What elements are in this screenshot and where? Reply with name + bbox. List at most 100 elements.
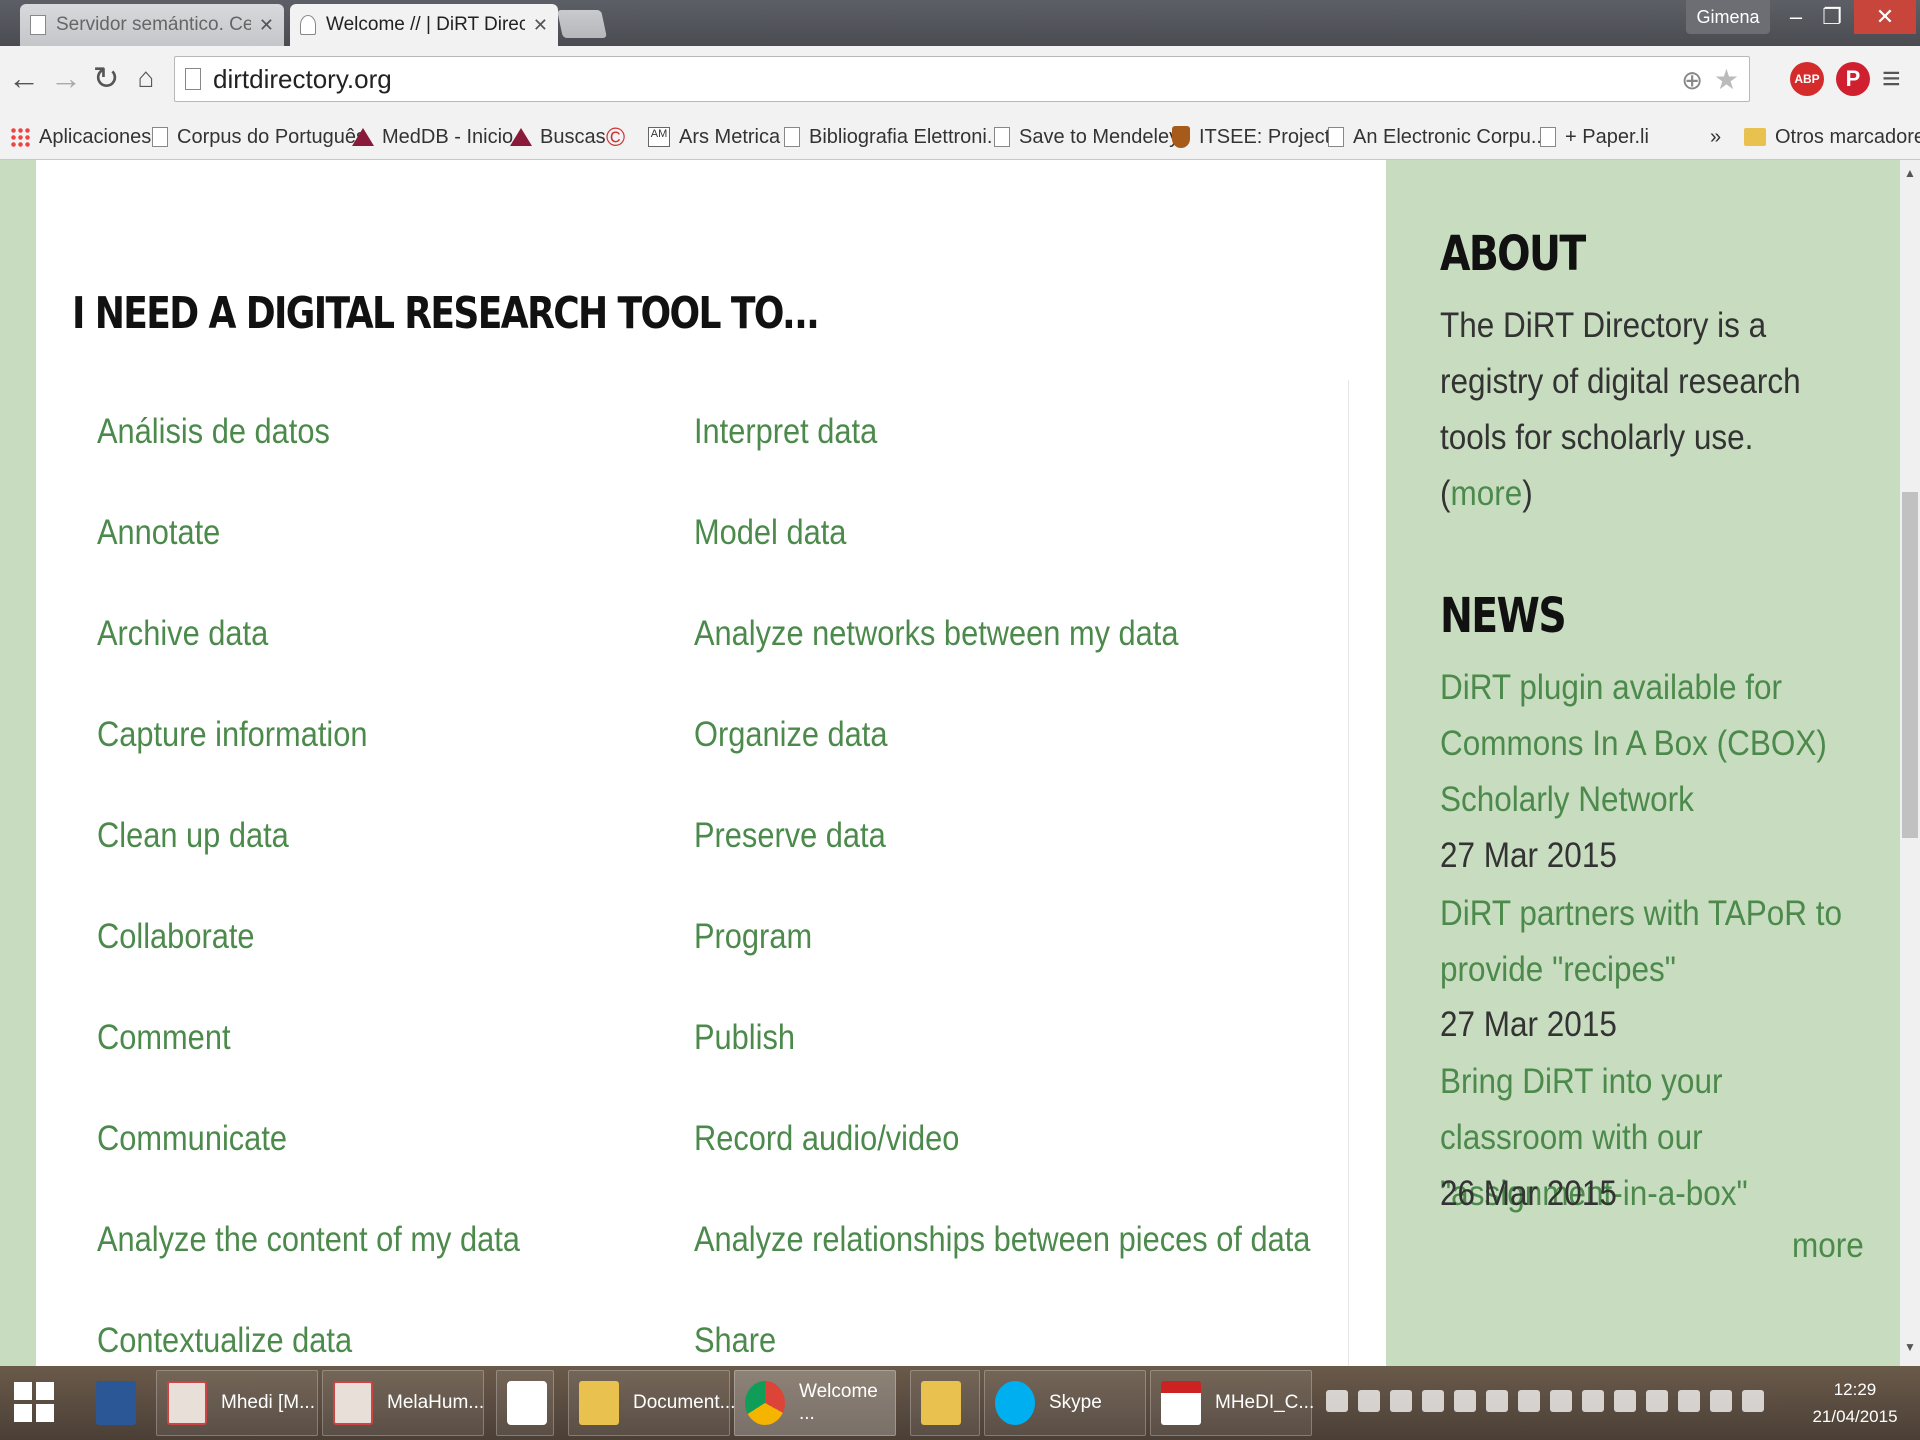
window-close-icon[interactable]: ✕ [1854,0,1916,34]
bookmarks-overflow-button[interactable]: » [1710,122,1721,152]
pdf-icon [1161,1381,1201,1425]
news-item-link[interactable]: DiRT partners with TAPoR to provide "rec… [1440,886,1863,998]
close-icon[interactable]: ✕ [533,15,548,36]
page-icon [30,15,46,35]
home-icon[interactable]: ⌂ [126,58,166,98]
close-icon[interactable]: ✕ [259,15,274,36]
flag-icon[interactable] [1614,1390,1636,1412]
clock-time: 12:29 [1833,1380,1877,1399]
taskbar-item[interactable]: Mhedi [M... [156,1370,318,1436]
word-taskbar-button[interactable] [86,1370,144,1436]
back-icon[interactable]: ← [4,58,44,98]
folder-icon [1744,128,1766,146]
tray-icon[interactable] [1326,1390,1348,1412]
tool-link[interactable]: Preserve data [694,816,886,856]
tool-link[interactable]: Comment [97,1018,231,1058]
chrome-tray-icon[interactable] [1582,1390,1604,1412]
tool-link[interactable]: Record audio/video [694,1119,959,1159]
tool-link[interactable]: Capture information [97,715,368,755]
shield-icon [1172,126,1190,148]
bookmark-meddb[interactable]: MedDB - Inicio [352,122,513,152]
bookmark-corpus-portugues[interactable]: Corpus do Português [152,122,366,152]
news-more-link[interactable]: more [1792,1226,1864,1266]
battery-icon[interactable] [1710,1390,1732,1412]
reload-icon[interactable]: ↻ [86,58,126,98]
sidebar: ABOUT The DiRT Directory is a registry o… [1386,160,1900,1366]
news-item-link[interactable]: DiRT plugin available for Commons In A B… [1440,660,1863,828]
adblock-icon[interactable]: ABP [1790,62,1824,96]
taskbar-item[interactable]: MelaHum... [322,1370,484,1436]
taskbar-item[interactable]: Welcome ... [734,1370,896,1436]
scroll-thumb[interactable] [1902,492,1918,838]
star-icon[interactable]: ★ [1714,63,1739,96]
explorer-taskbar-button[interactable] [910,1370,980,1436]
taskbar-label: Skype [1049,1392,1102,1413]
tool-link[interactable]: Organize data [694,715,887,755]
tool-link[interactable]: Interpret data [694,412,877,452]
tool-link[interactable]: Communicate [97,1119,287,1159]
dropbox-taskbar-button[interactable] [496,1370,554,1436]
tool-link[interactable]: Analyze the content of my data [97,1220,520,1260]
about-more-link[interactable]: more [1450,474,1522,513]
scroll-down-icon[interactable]: ▼ [1900,1340,1920,1360]
bookmark-apps[interactable]: Aplicaciones [10,122,151,152]
tray-icon[interactable] [1454,1390,1476,1412]
tool-link[interactable]: Publish [694,1018,795,1058]
bookmark-ars-metrica[interactable]: AM Ars Metrica [648,122,780,152]
url-text[interactable]: dirtdirectory.org [213,64,392,95]
windows-start-icon[interactable] [14,1382,54,1422]
menu-icon[interactable]: ≡ [1882,60,1901,97]
tool-link[interactable]: Program [694,917,812,957]
folder-icon [579,1381,619,1425]
address-bar[interactable]: dirtdirectory.org ⊕ ★ [174,56,1750,102]
volume-icon[interactable] [1742,1390,1764,1412]
signal-icon[interactable] [1646,1390,1668,1412]
profile-button[interactable]: Gimena [1686,0,1770,34]
bookmark-mendeley[interactable]: Save to Mendeley [994,122,1179,152]
taskbar-label: MHeDI_C... [1215,1392,1315,1413]
dropbox-icon [507,1381,547,1425]
presentation-icon [167,1381,207,1425]
bookmark-electronic-corpus[interactable]: An Electronic Corpu... [1328,122,1548,152]
tool-link[interactable]: Model data [694,513,846,553]
bookmark-itsee[interactable]: ITSEE: Projects [1172,122,1340,152]
forward-icon[interactable]: → [46,58,86,98]
bookmark-label: + Paper.li [1565,125,1649,148]
pinterest-icon[interactable]: P [1836,62,1870,96]
bookmark-otros-marcadores[interactable]: Otros marcadores [1744,122,1920,152]
tool-link[interactable]: Análisis de datos [97,412,330,452]
taskbar-item[interactable]: Skype [984,1370,1146,1436]
tool-link[interactable]: Analyze networks between my data [694,614,1179,654]
zoom-icon[interactable]: ⊕ [1681,65,1703,96]
bookmark-bibliografia[interactable]: Bibliografia Elettroni... [784,122,1004,152]
tool-link[interactable]: Clean up data [97,816,289,856]
tab-servidor-semantico[interactable]: Servidor semántico. Centr ✕ [20,4,284,46]
drive-icon[interactable] [1678,1390,1700,1412]
bookmark-label: ITSEE: Projects [1199,125,1341,148]
tool-link[interactable]: Analyze relationships between pieces of … [694,1220,1310,1260]
taskbar-clock[interactable]: 12:29 21/04/2015 [1800,1376,1910,1430]
bookmark-paperli[interactable]: + Paper.li [1540,122,1649,152]
taskbar-item[interactable]: MHeDI_C... [1150,1370,1315,1436]
tray-icon[interactable] [1422,1390,1444,1412]
tray-icon[interactable] [1486,1390,1508,1412]
bookmark-copyright[interactable]: © [606,122,634,152]
tool-link[interactable]: Annotate [97,513,220,553]
scroll-up-icon[interactable]: ▲ [1900,166,1920,186]
tray-icon[interactable] [1358,1390,1380,1412]
restore-icon[interactable]: ❐ [1814,0,1850,34]
new-tab-button[interactable] [557,10,607,38]
page-scrollbar[interactable]: ▲ ▼ [1900,160,1920,1366]
tool-link[interactable]: Share [694,1321,776,1361]
page-icon [784,127,800,147]
cloud-icon[interactable] [1550,1390,1572,1412]
tool-link[interactable]: Collaborate [97,917,255,957]
bluetooth-icon[interactable] [1518,1390,1540,1412]
minimize-icon[interactable]: – [1778,0,1814,34]
tray-icon[interactable] [1390,1390,1412,1412]
tool-link[interactable]: Contextualize data [97,1321,352,1361]
tab-dirt-directory[interactable]: Welcome // | DiRT Directo ✕ [290,4,558,46]
tool-link[interactable]: Archive data [97,614,268,654]
taskbar-item[interactable]: Document... [568,1370,735,1436]
bookmark-buscas[interactable]: Buscas [510,122,606,152]
